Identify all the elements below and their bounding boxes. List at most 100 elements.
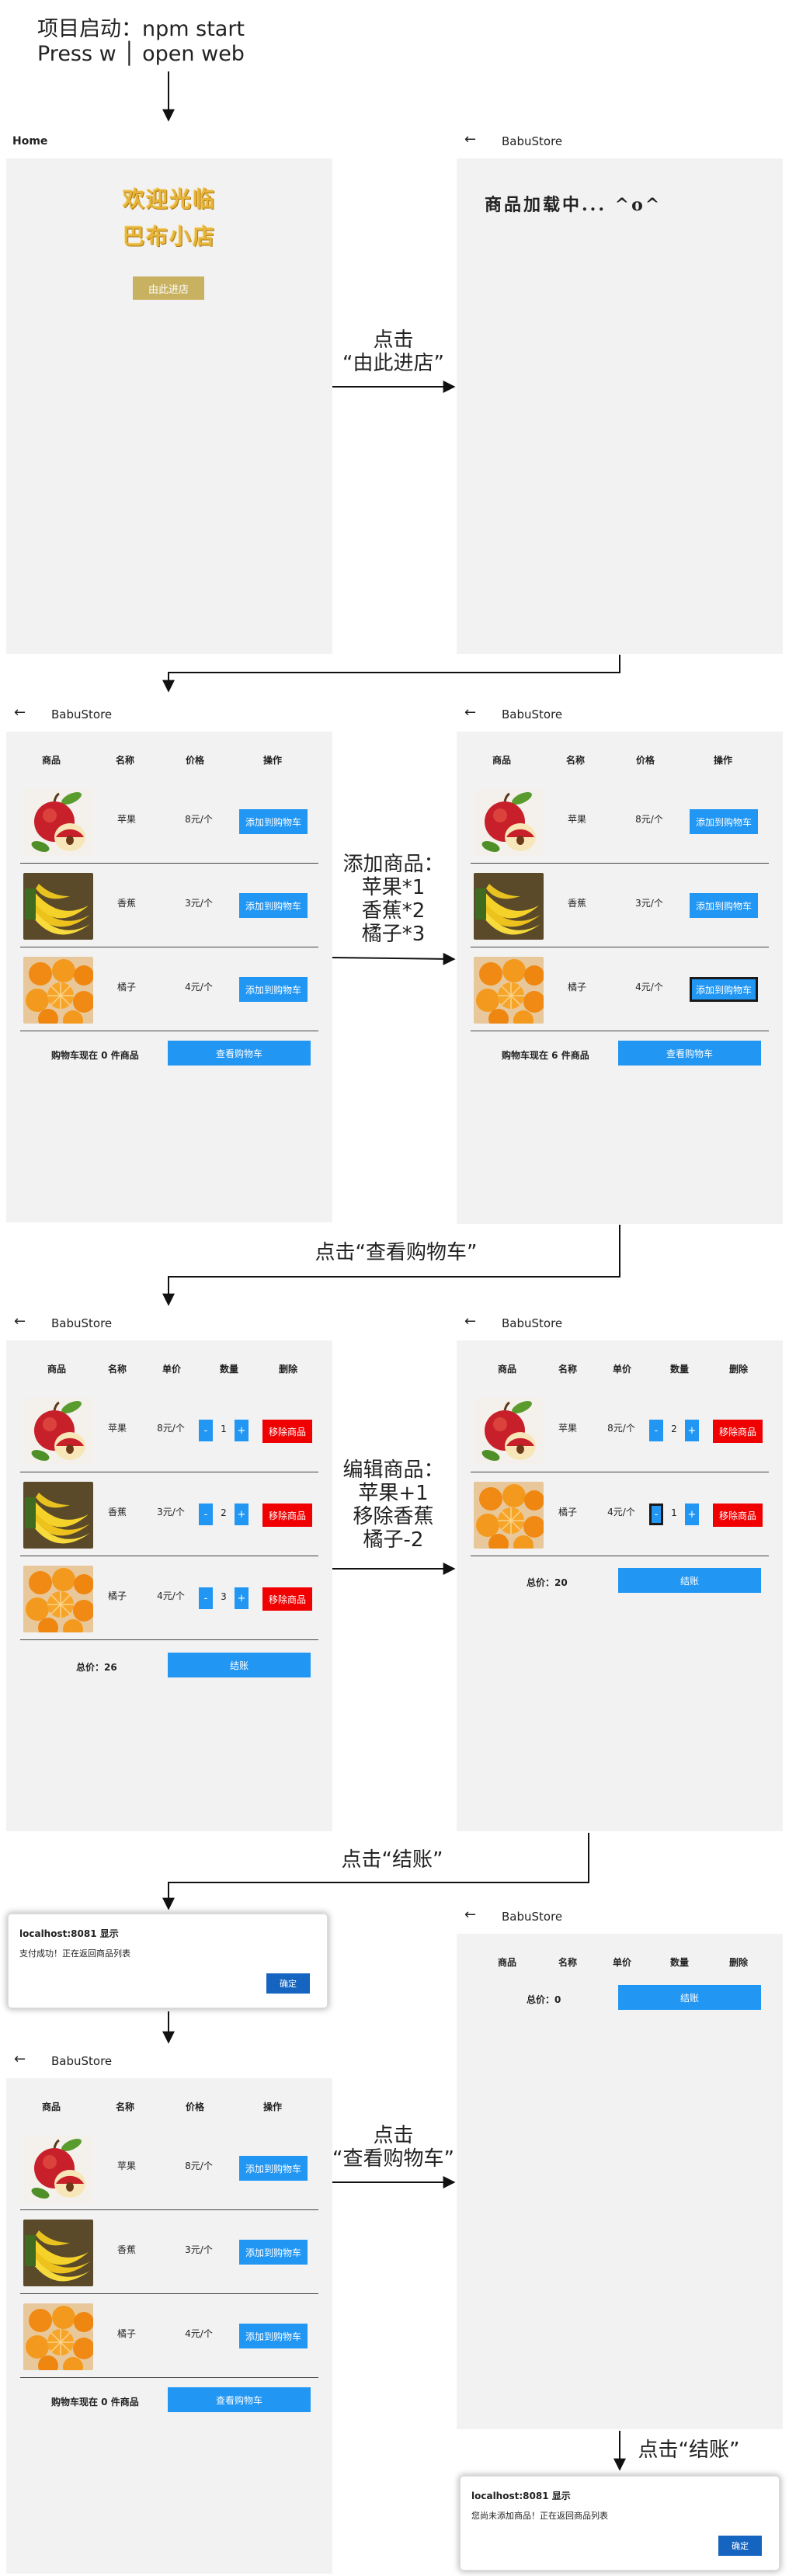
- app-bar: ← BabuStore: [457, 1900, 783, 1934]
- table-row: 香蕉 3元/个 添加到购物车: [6, 864, 332, 947]
- table-row: 苹果 8元/个 添加到购物车: [6, 2126, 332, 2210]
- remove-item-button[interactable]: 移除商品: [262, 1504, 312, 1527]
- back-arrow-icon[interactable]: ←: [464, 705, 476, 721]
- product-price: 3元/个: [635, 898, 663, 909]
- remove-item-button[interactable]: 移除商品: [713, 1504, 763, 1527]
- back-arrow-icon[interactable]: ←: [14, 705, 26, 721]
- screen-body: 商品 名称 单价 数量 删除 苹果 8元/个 - 2 + 移除商品 橘子 4元/…: [457, 1340, 783, 1831]
- screen-product-list: ← BabuStore 商品 名称 价格 操作 苹果 8元/个 添加到购物车 香…: [6, 697, 332, 1222]
- decrease-button[interactable]: -: [199, 1420, 213, 1441]
- table-header: 商品 名称 单价 数量 删除: [6, 1362, 332, 1378]
- checkout-button[interactable]: 结账: [618, 1568, 761, 1593]
- view-cart-button[interactable]: 查看购物车: [168, 2387, 311, 2412]
- add-to-cart-button[interactable]: 添加到购物车: [239, 2156, 308, 2181]
- product-price: 4元/个: [185, 982, 213, 993]
- app-bar: ← BabuStore: [457, 1306, 783, 1340]
- decrease-button[interactable]: -: [649, 1420, 663, 1441]
- product-name: 香蕉: [107, 1507, 127, 1517]
- add-to-cart-button[interactable]: 添加到购物车: [690, 809, 758, 834]
- back-arrow-icon[interactable]: ←: [464, 132, 476, 148]
- back-arrow-icon[interactable]: ←: [14, 1314, 26, 1330]
- banana-image: [474, 873, 544, 940]
- product-price: 4元/个: [157, 1590, 185, 1601]
- product-name: 苹果: [116, 814, 136, 825]
- add-to-cart-button[interactable]: 添加到购物车: [239, 2240, 308, 2265]
- product-price: 4元/个: [607, 1507, 635, 1517]
- col-product: 商品: [41, 2101, 61, 2112]
- caption-view-cart: 点击“查看购物车”: [295, 1241, 497, 1264]
- dialog-ok-button[interactable]: 确定: [266, 1973, 310, 1994]
- checkout-button[interactable]: 结账: [618, 1985, 761, 2010]
- checkout-button[interactable]: 结账: [168, 1653, 311, 1677]
- remove-item-button[interactable]: 移除商品: [262, 1420, 312, 1443]
- increase-button[interactable]: +: [685, 1504, 699, 1525]
- product-price: 8元/个: [635, 814, 663, 825]
- product-name: 香蕉: [116, 898, 136, 909]
- page-title: BabuStore: [502, 1316, 563, 1330]
- app-bar: ← BabuStore: [6, 1306, 332, 1340]
- add-to-cart-button[interactable]: 添加到购物车: [239, 893, 308, 918]
- caption-line: 橘子-2: [363, 1528, 424, 1552]
- col-quantity: 数量: [669, 1957, 689, 1968]
- page-title: BabuStore: [51, 2054, 113, 2068]
- screen-cart-empty: ← BabuStore 商品 名称 单价 数量 删除 总价：0 结账: [457, 1900, 783, 2429]
- apple-image: [23, 1398, 93, 1465]
- product-name: 橘子: [116, 2328, 136, 2339]
- caption-line: 苹果+1: [358, 1482, 429, 1505]
- product-price: 8元/个: [185, 814, 213, 825]
- product-name: 苹果: [567, 814, 586, 825]
- add-to-cart-button[interactable]: 添加到购物车: [239, 977, 308, 1002]
- view-cart-button[interactable]: 查看购物车: [618, 1041, 761, 1066]
- caption-line: 点击: [373, 2124, 414, 2147]
- table-row: 橘子 4元/个 添加到购物车: [6, 2294, 332, 2378]
- product-name: 橘子: [567, 982, 586, 993]
- decrease-button[interactable]: -: [649, 1504, 663, 1525]
- increase-button[interactable]: +: [685, 1420, 699, 1441]
- add-to-cart-button[interactable]: 添加到购物车: [239, 809, 308, 834]
- add-to-cart-button[interactable]: 添加到购物车: [239, 2324, 308, 2348]
- increase-button[interactable]: +: [235, 1504, 249, 1525]
- decrease-button[interactable]: -: [199, 1587, 213, 1609]
- enter-store-button[interactable]: 由此进店: [133, 276, 204, 300]
- back-arrow-icon[interactable]: ←: [464, 1907, 476, 1923]
- quantity-value: 1: [671, 1507, 677, 1518]
- col-name: 名称: [107, 1364, 127, 1375]
- col-unit-price: 单价: [162, 1364, 181, 1375]
- apple-image: [23, 2136, 93, 2202]
- add-to-cart-button[interactable]: 添加到购物车: [690, 893, 758, 918]
- dialog-ok-button[interactable]: 确定: [718, 2536, 762, 2556]
- back-arrow-icon[interactable]: ←: [14, 2052, 26, 2067]
- remove-item-button[interactable]: 移除商品: [713, 1420, 763, 1443]
- table-row: 香蕉 3元/个 添加到购物车: [457, 864, 783, 947]
- apple-image: [23, 789, 93, 856]
- table-header: 商品 名称 价格 操作: [6, 2100, 332, 2115]
- col-unit-price: 单价: [612, 1957, 631, 1968]
- dialog-message: 您尚未添加商品！正在返回商品列表: [471, 2511, 608, 2521]
- col-price: 价格: [185, 2101, 204, 2112]
- caption-line: 点击: [373, 329, 414, 352]
- product-price: 8元/个: [607, 1423, 635, 1434]
- product-name: 香蕉: [116, 2244, 136, 2255]
- screen-body: 商品 名称 价格 操作 苹果 8元/个 添加到购物车 香蕉 3元/个 添加到购物…: [457, 732, 783, 1224]
- orange-image: [23, 957, 93, 1024]
- page-title: BabuStore: [502, 1910, 563, 1924]
- orange-image: [23, 1566, 93, 1632]
- table-header: 商品 名称 价格 操作: [6, 753, 332, 769]
- quantity-value: 2: [221, 1507, 227, 1518]
- increase-button[interactable]: +: [235, 1587, 249, 1609]
- screen-body: 商品 名称 单价 数量 删除 苹果 8元/个 - 1 + 移除商品 香蕉 3元/…: [6, 1340, 332, 1831]
- col-product: 商品: [47, 1364, 66, 1375]
- back-arrow-icon[interactable]: ←: [464, 1314, 476, 1330]
- remove-item-button[interactable]: 移除商品: [262, 1587, 312, 1611]
- col-name: 名称: [558, 1364, 577, 1375]
- col-delete: 删除: [728, 1364, 748, 1375]
- increase-button[interactable]: +: [235, 1420, 249, 1441]
- add-to-cart-button[interactable]: 添加到购物车: [690, 977, 758, 1002]
- view-cart-button[interactable]: 查看购物车: [168, 1041, 311, 1066]
- col-price: 价格: [185, 755, 204, 766]
- table-row: 苹果 8元/个 - 1 + 移除商品: [6, 1389, 332, 1472]
- welcome-line-2: 巴布小店: [122, 224, 216, 249]
- decrease-button[interactable]: -: [199, 1504, 213, 1525]
- screen-product-list-added: ← BabuStore 商品 名称 价格 操作 苹果 8元/个 添加到购物车 香…: [457, 697, 783, 1224]
- app-bar: ← BabuStore: [457, 124, 783, 158]
